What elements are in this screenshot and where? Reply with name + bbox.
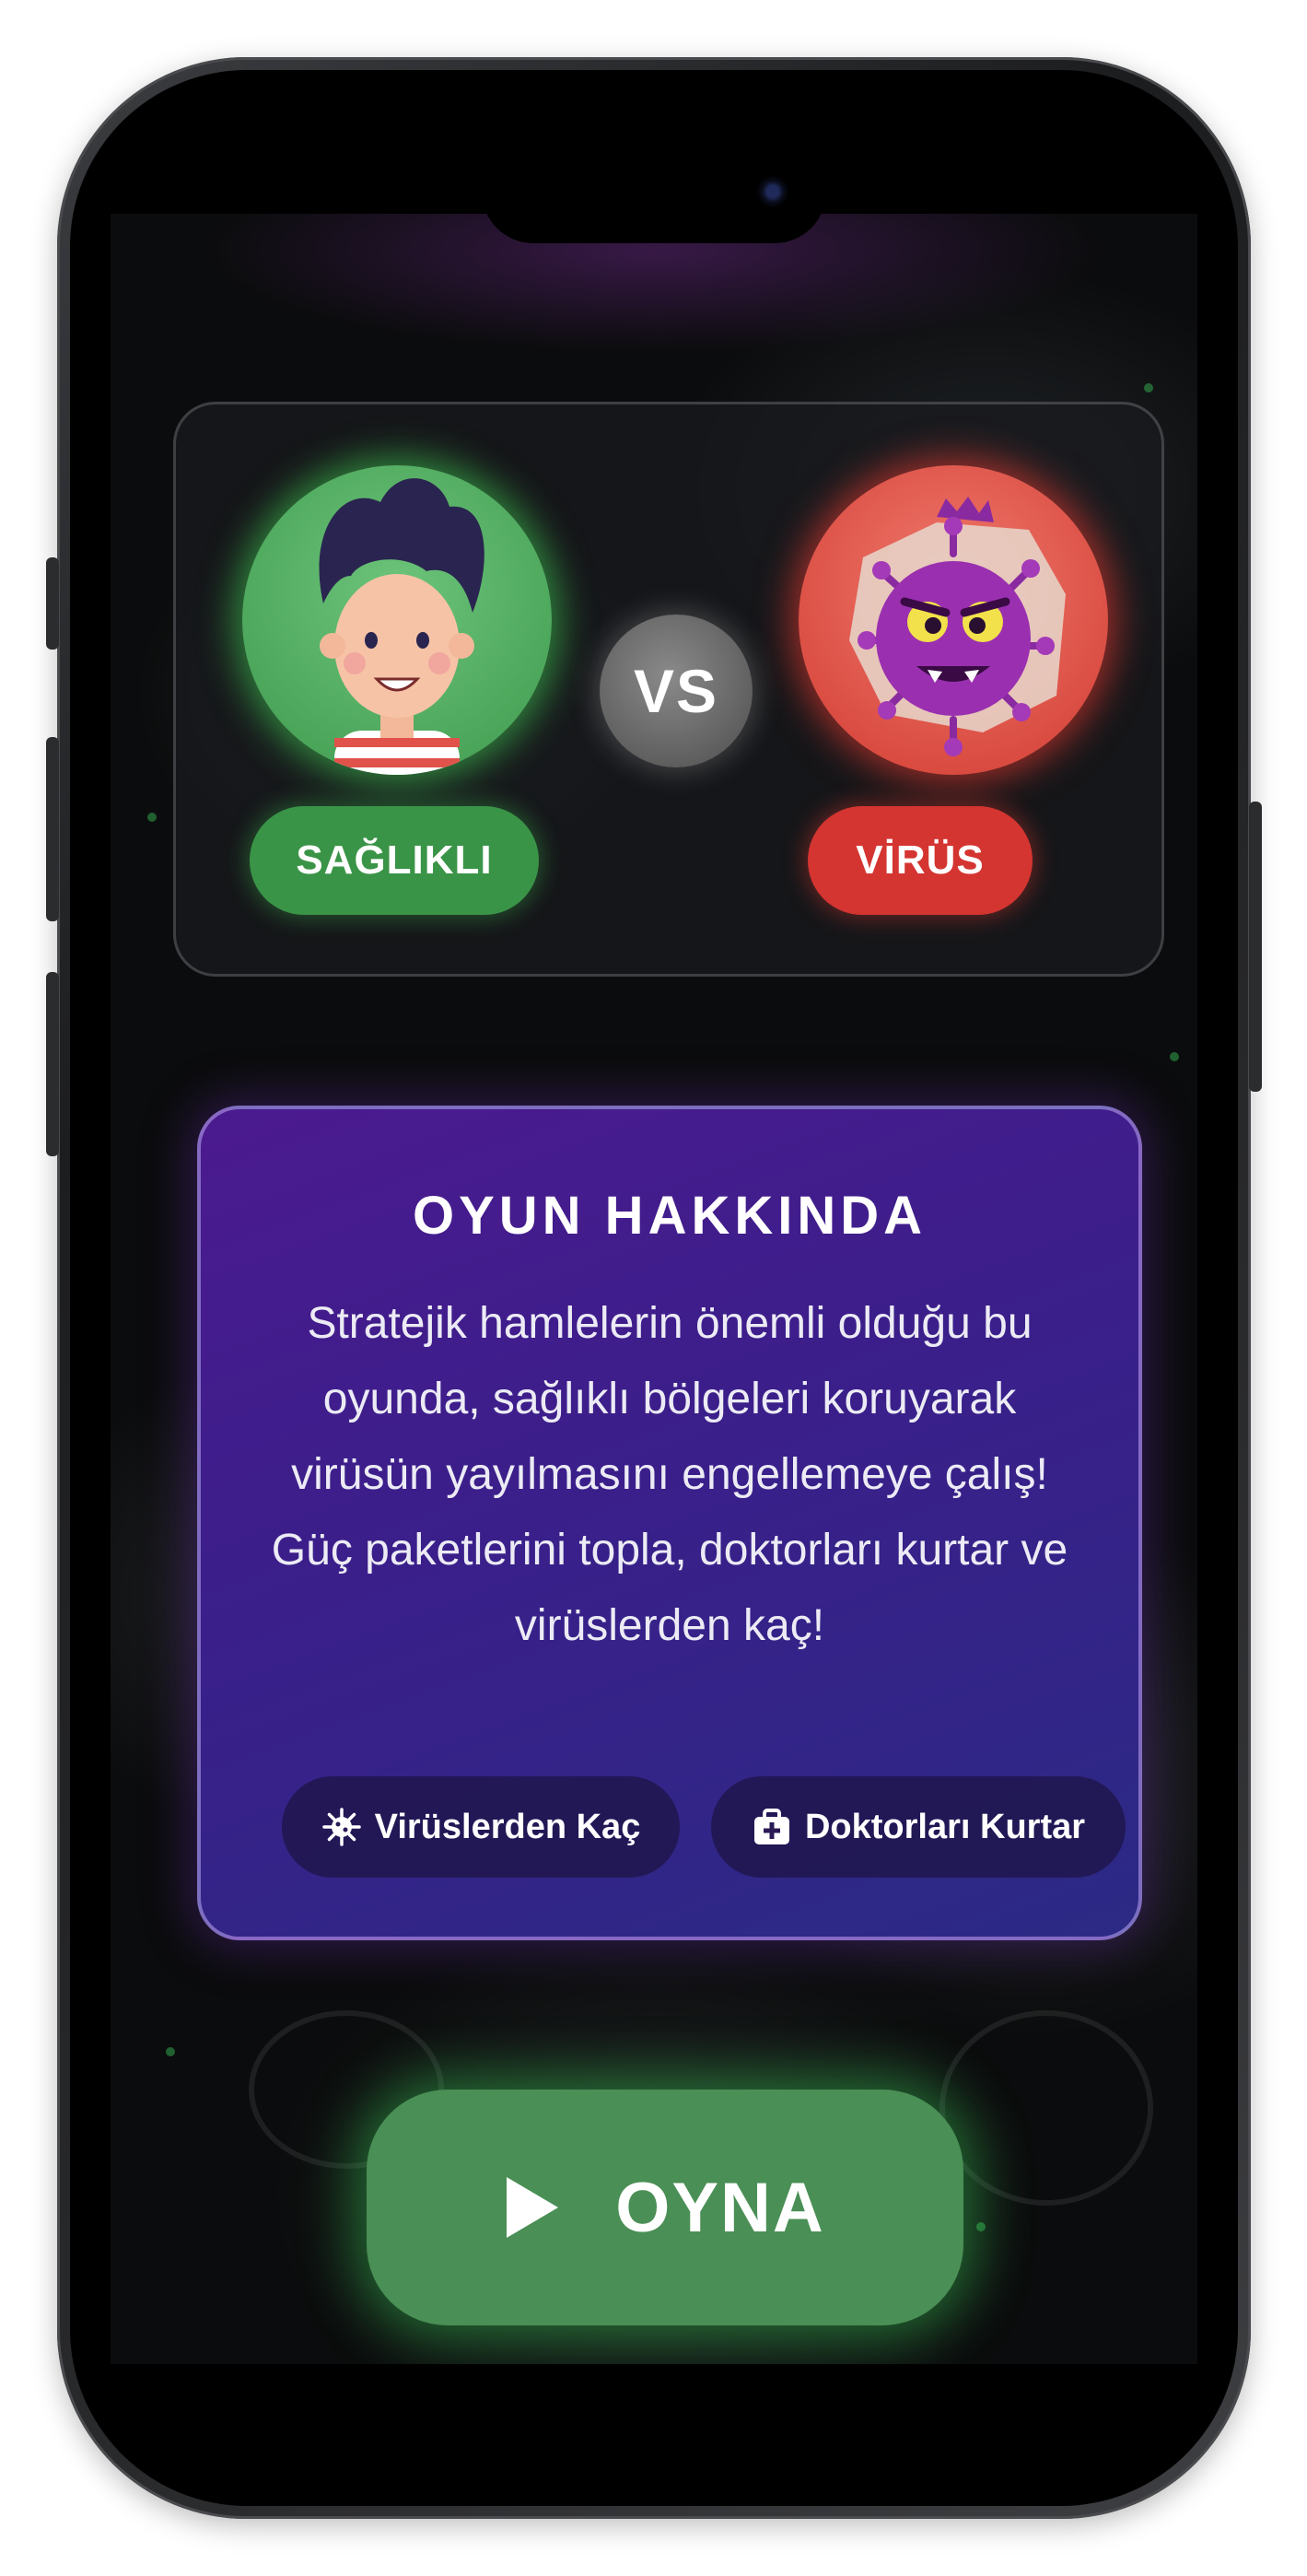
feature-label: Virüslerden Kaç	[374, 1807, 641, 1846]
vs-badge: VS	[600, 615, 753, 767]
healthy-boy-icon	[319, 478, 484, 775]
front-camera-icon	[756, 175, 789, 208]
volume-up-button	[46, 737, 59, 921]
background-particle	[976, 2222, 986, 2231]
medkit-icon	[752, 1807, 792, 1847]
about-game-card: OYUN HAKKINDA Stratejik hamlelerin öneml…	[197, 1106, 1142, 1940]
play-button[interactable]: OYNA	[367, 2090, 963, 2325]
versus-card: VS SAĞLIKLI VİRÜS	[173, 402, 1164, 977]
action-button	[46, 557, 59, 650]
background-particle	[166, 2047, 175, 2056]
virus-team-label[interactable]: VİRÜS	[808, 806, 1033, 915]
about-title: OYUN HAKKINDA	[413, 1186, 927, 1246]
virus-character-avatar[interactable]	[799, 465, 1108, 775]
power-button	[1249, 802, 1262, 1092]
game-start-screen: VS SAĞLIKLI VİRÜS OYUN HAKKINDA Strateji…	[111, 214, 1197, 2364]
volume-down-button	[46, 972, 59, 1156]
healthy-team-label[interactable]: SAĞLIKLI	[250, 806, 539, 915]
play-button-label: OYNA	[615, 2168, 825, 2247]
feature-chip-rescue-doctors[interactable]: Doktorları Kurtar	[711, 1776, 1126, 1878]
background-particle	[1144, 383, 1153, 392]
dynamic-island	[482, 140, 826, 243]
healthy-character-avatar[interactable]	[242, 465, 552, 775]
background-particle	[147, 813, 157, 822]
background-virus-shape	[939, 2010, 1153, 2206]
background-particle	[1170, 1052, 1179, 1061]
virus-icon	[321, 1807, 362, 1847]
virus-monster-icon	[849, 497, 1066, 756]
play-icon	[505, 2175, 560, 2240]
feature-label: Doktorları Kurtar	[804, 1807, 1086, 1846]
about-description: Stratejik hamlelerin önemli olduğu bu oy…	[271, 1299, 1068, 1650]
feature-chip-escape-viruses[interactable]: Virüslerden Kaç	[282, 1776, 680, 1878]
